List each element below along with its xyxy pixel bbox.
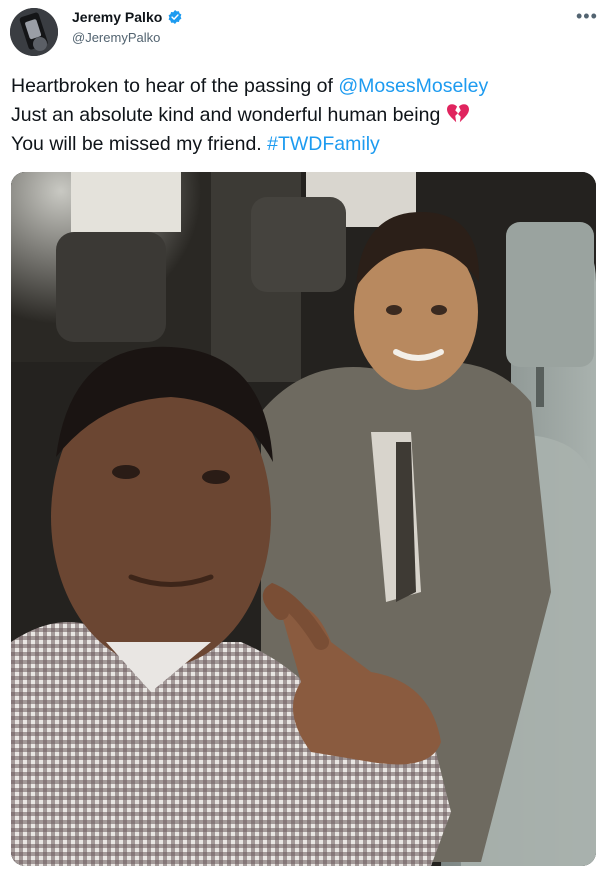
tweet-text-part: Just an absolute kind and wonderful huma…: [11, 104, 441, 126]
verified-badge-icon: [168, 10, 182, 24]
tweet-text-part: Heartbroken to hear of the passing of: [11, 75, 339, 97]
broken-heart-icon: [447, 104, 470, 123]
tweet-text: Heartbroken to hear of the passing of @M…: [11, 72, 601, 159]
avatar-image: [10, 8, 58, 56]
tweet-text-part: You will be missed my friend.: [11, 133, 268, 155]
photo-image: [11, 172, 596, 866]
display-name[interactable]: Jeremy Palko: [72, 9, 162, 25]
author-name-row[interactable]: Jeremy Palko: [72, 9, 183, 25]
mention-link[interactable]: @MosesMoseley: [338, 75, 488, 97]
hashtag-link[interactable]: #TWDFamily: [267, 133, 380, 155]
tweet-photo[interactable]: [11, 172, 596, 866]
more-icon[interactable]: •••: [576, 6, 598, 27]
tweet-line-1: Heartbroken to hear of the passing of @M…: [11, 72, 601, 101]
tweet-card: Jeremy Palko @JeremyPalko ••• Heartbroke…: [0, 0, 606, 878]
tweet-line-3: You will be missed my friend. #TWDFamily: [11, 130, 601, 159]
user-handle[interactable]: @JeremyPalko: [72, 30, 160, 45]
avatar[interactable]: [10, 8, 58, 56]
tweet-line-2: Just an absolute kind and wonderful huma…: [11, 101, 601, 130]
